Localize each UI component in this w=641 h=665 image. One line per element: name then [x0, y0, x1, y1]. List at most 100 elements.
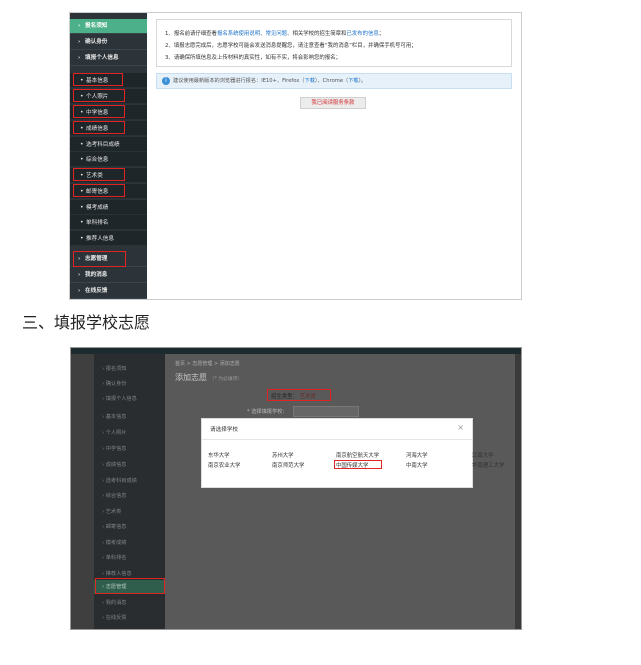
sidebar-item-label: 我的消息: [105, 600, 127, 606]
sidebar-item-label: 邮寄信息: [105, 524, 127, 530]
sidebar-item-label: 模考成绩: [86, 205, 109, 211]
sidebar-item-label: 邮寄信息: [86, 189, 109, 195]
info-icon: i: [162, 77, 170, 85]
chevron-right-icon: ›: [78, 55, 81, 61]
enrollment-type-label: 招生类型：: [271, 394, 298, 400]
sidebar-item-label: 基本信息: [86, 78, 109, 84]
sidebar-item-label: 在线反馈: [105, 615, 127, 621]
breadcrumb: 首页 > 志愿管理 > 添加志愿: [175, 361, 240, 367]
sidebar-item[interactable]: › 填报个人信息: [94, 392, 165, 406]
page-title: 添加志愿 （* 为必填项）: [175, 372, 242, 383]
sidebar-item-label: 模考成绩: [105, 540, 127, 546]
notice-text: ；: [378, 31, 385, 37]
sidebar-item[interactable]: • 艺术类: [70, 168, 147, 183]
sidebar-item[interactable]: › 志愿管理: [94, 580, 165, 594]
enrollment-type-value: 艺术类: [299, 394, 316, 400]
chevron-right-icon: ›: [78, 256, 81, 262]
sidebar-item[interactable]: › 报名须知: [70, 19, 147, 34]
sidebar-item[interactable]: › 艺术类: [94, 505, 165, 519]
faq-link[interactable]: 常见问题: [266, 31, 288, 37]
university-option[interactable]: 河海大学: [406, 451, 428, 459]
sidebar-item-label: 确认身份: [85, 39, 108, 45]
sidebar-item-label: 个人照片: [86, 94, 109, 100]
sidebar-item-label: 成绩信息: [86, 126, 109, 132]
sidebar-item[interactable]: • 基本信息: [70, 73, 147, 88]
sidebar-item-label: 综合信息: [105, 493, 127, 499]
select-school-modal: 请选择学校 × 东华大学 苏州大学 南京航空航天大学 河海大学 江南大学 南京农业大学 南京…: [201, 418, 504, 488]
page-subtitle: （* 为必填项）: [209, 377, 243, 382]
sidebar-item[interactable]: › 中学信息: [94, 442, 165, 456]
sidebar-item[interactable]: › 确认身份: [94, 377, 165, 391]
sidebar-item[interactable]: › 个人照片: [94, 426, 165, 440]
sidebar-item[interactable]: › 成绩信息: [94, 458, 165, 472]
university-option[interactable]: 东华大学: [208, 451, 230, 459]
chevron-right-icon: ›: [78, 23, 81, 29]
page-title-text: 添加志愿: [175, 373, 207, 382]
university-option[interactable]: 中国传媒大学: [336, 461, 368, 469]
notice-line-3: 3、请确保所填信息及上传材料的真实性，如有不实，将会影响您的报名；: [165, 55, 341, 61]
sidebar-item-label: 我的消息: [85, 272, 108, 278]
sidebar-item[interactable]: › 选考科目成绩: [94, 474, 165, 488]
sidebar-item-label: 推荐人信息: [86, 236, 114, 242]
sidebar-item[interactable]: › 单科排名: [94, 551, 165, 565]
sidebar-item[interactable]: › 邮寄信息: [94, 520, 165, 534]
scrollbar[interactable]: [515, 354, 521, 629]
sidebar-item[interactable]: • 综合信息: [70, 152, 147, 167]
sidebar-item[interactable]: › 模考成绩: [94, 536, 165, 550]
close-icon[interactable]: ×: [457, 423, 464, 432]
sidebar-item-label: 确认身份: [105, 381, 127, 387]
sidebar-item[interactable]: › 在线反馈: [94, 611, 165, 625]
accept-terms-button[interactable]: 我已阅读服务条款: [300, 97, 366, 109]
chevron-right-icon: ›: [78, 288, 81, 294]
sidebar-item[interactable]: › 推荐人信息: [94, 567, 165, 581]
published-info-link[interactable]: 已发布的信息: [346, 31, 378, 37]
sidebar-item-label: 填报个人信息: [105, 396, 137, 402]
sidebar-item-label: 成绩信息: [105, 462, 127, 468]
university-option[interactable]: 南京师范大学: [272, 461, 304, 469]
university-option[interactable]: 华南理工大学: [472, 461, 504, 469]
sidebar-item[interactable]: • 选考科目成绩: [70, 137, 147, 152]
sidebar-item[interactable]: • 邮寄信息: [70, 184, 147, 199]
sidebar-item-label: 艺术类: [105, 509, 122, 515]
sidebar-item-label: 报名须知: [85, 23, 108, 29]
university-option[interactable]: 江南大学: [472, 451, 494, 459]
usage-guide-link[interactable]: 报名系统使用说明: [217, 31, 260, 37]
sidebar-item[interactable]: • 成绩信息: [70, 121, 147, 136]
sidebar-item[interactable]: › 确认身份: [70, 35, 147, 50]
tip-text: 建议使用最新版本的浏览器进行报名：IE10+、Firefox（: [173, 78, 305, 84]
sidebar-item[interactable]: › 我的消息: [70, 268, 147, 283]
sidebar-item-label: 中学信息: [86, 110, 109, 116]
section-heading: 三、填报学校志愿: [22, 313, 151, 332]
sidebar-item[interactable]: • 单科排名: [70, 215, 147, 230]
sidebar-item-label: 综合信息: [86, 157, 109, 163]
sidebar-item[interactable]: • 模考成绩: [70, 200, 147, 215]
main-area: [165, 354, 515, 629]
university-option[interactable]: 中南大学: [406, 461, 428, 469]
sidebar-item[interactable]: › 填报个人信息: [70, 51, 147, 66]
choose-school-label: * 选择填报学校：: [247, 409, 288, 415]
choose-school-input[interactable]: [293, 406, 359, 417]
sidebar-item[interactable]: › 在线反馈: [70, 284, 147, 299]
sidebar-item-label: 报名须知: [105, 366, 127, 372]
sidebar-item[interactable]: › 基本信息: [94, 410, 165, 424]
sidebar-item[interactable]: • 中学信息: [70, 105, 147, 120]
sidebar-item[interactable]: › 我的消息: [94, 596, 165, 610]
sidebar-item[interactable]: › 综合信息: [94, 489, 165, 503]
university-option[interactable]: 南京农业大学: [208, 461, 240, 469]
firefox-download-link[interactable]: 下载: [305, 78, 315, 84]
sidebar-item-label: 选考科目成绩: [86, 142, 120, 148]
sidebar-item[interactable]: › 志愿管理: [70, 252, 147, 267]
sidebar-item-label: 推荐人信息: [105, 571, 132, 577]
sidebar-item[interactable]: • 个人照片: [70, 89, 147, 104]
sidebar-item[interactable]: • 推荐人信息: [70, 231, 147, 246]
sidebar-item-label: 志愿管理: [105, 584, 127, 590]
chevron-right-icon: ›: [78, 272, 81, 278]
university-option[interactable]: 南京航空航天大学: [336, 451, 379, 459]
sidebar-item-label: 单科排名: [105, 555, 127, 561]
sidebar-item[interactable]: › 报名须知: [94, 362, 165, 376]
notice-box: 1、报名前请仔细查看报名系统使用说明、常见问题、相关学校的招生简章和已发布的信息…: [156, 19, 512, 67]
sidebar-item-label: 单科排名: [86, 220, 109, 226]
university-option[interactable]: 苏州大学: [272, 451, 294, 459]
chevron-right-icon: ›: [78, 39, 81, 45]
chrome-download-link[interactable]: 下载: [348, 78, 358, 84]
